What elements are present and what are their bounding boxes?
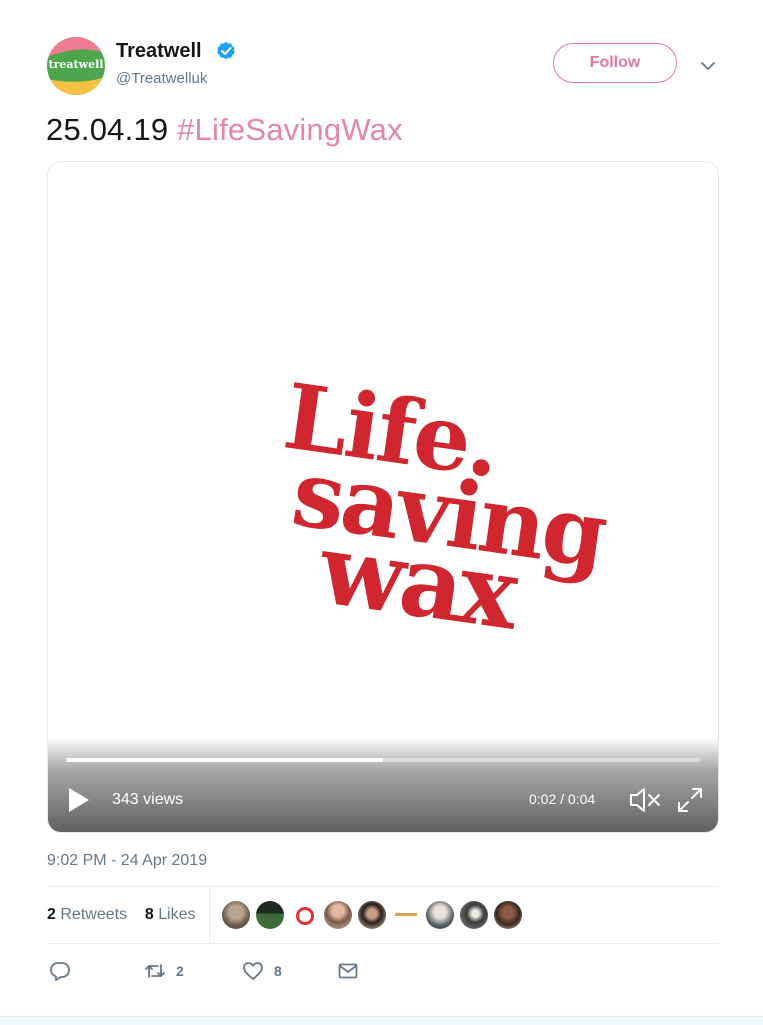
muted-speaker-icon[interactable]: [628, 786, 662, 814]
liker-avatar[interactable]: [222, 901, 250, 929]
liker-avatar[interactable]: [392, 901, 420, 929]
tweet-text: 25.04.19 #LifeSavingWax: [46, 112, 403, 148]
tweet-stats: 2 Retweets 8 Likes: [47, 906, 196, 924]
like-count: 8: [274, 963, 282, 979]
play-icon[interactable]: [68, 787, 90, 813]
verified-badge-icon: [217, 41, 235, 60]
tweet-timestamp[interactable]: 9:02 PM - 24 Apr 2019: [47, 852, 207, 870]
video-controls: 343 views 0:02 / 0:04: [48, 737, 718, 832]
video-progress-fill: [66, 758, 383, 762]
stats-divider: [209, 887, 210, 943]
retweets-count: 2: [47, 906, 56, 923]
author-handle[interactable]: @Treatwelluk: [116, 70, 207, 87]
reply-button[interactable]: [49, 960, 71, 982]
liker-avatar[interactable]: [358, 901, 386, 929]
liker-avatar[interactable]: [324, 901, 352, 929]
reply-icon: [50, 962, 70, 981]
video-time: 0:02 / 0:04: [529, 791, 596, 807]
liker-avatar[interactable]: [460, 901, 488, 929]
fullscreen-icon[interactable]: [676, 786, 704, 814]
liker-avatar[interactable]: [426, 901, 454, 929]
life-saving-wax-artwork: Life. saving wax: [278, 363, 613, 653]
retweets-stat[interactable]: 2 Retweets: [47, 906, 127, 923]
divider: [47, 943, 719, 944]
view-count: 343 views: [112, 791, 184, 808]
liker-avatars: [222, 901, 522, 931]
retweet-icon: [145, 964, 165, 978]
liker-avatar[interactable]: [256, 901, 284, 929]
like-button[interactable]: 8: [242, 960, 282, 982]
avatar-logo-text: treatwell: [48, 58, 104, 71]
envelope-icon: [338, 963, 358, 979]
liker-avatar[interactable]: [290, 901, 318, 929]
retweet-button[interactable]: 2: [144, 960, 184, 982]
likes-label: Likes: [158, 906, 196, 923]
hashtag-link[interactable]: #LifeSavingWax: [177, 112, 403, 147]
liker-avatar[interactable]: [494, 901, 522, 929]
follow-button[interactable]: Follow: [553, 43, 677, 83]
chevron-down-icon[interactable]: [700, 58, 716, 74]
author-avatar[interactable]: treatwell: [47, 37, 105, 95]
tweet-text-date: 25.04.19: [46, 112, 169, 147]
author-name[interactable]: Treatwell: [116, 40, 202, 63]
retweets-label: Retweets: [60, 906, 128, 923]
retweet-count: 2: [176, 963, 184, 979]
video-progress-bar[interactable]: [66, 758, 700, 762]
likes-stat[interactable]: 8 Likes: [145, 906, 196, 923]
video-player[interactable]: Life. saving wax 343 views 0:02 / 0:04: [47, 161, 719, 833]
heart-icon: [243, 962, 263, 980]
likes-count: 8: [144, 906, 154, 923]
direct-message-button[interactable]: [337, 960, 359, 982]
divider: [47, 886, 719, 887]
